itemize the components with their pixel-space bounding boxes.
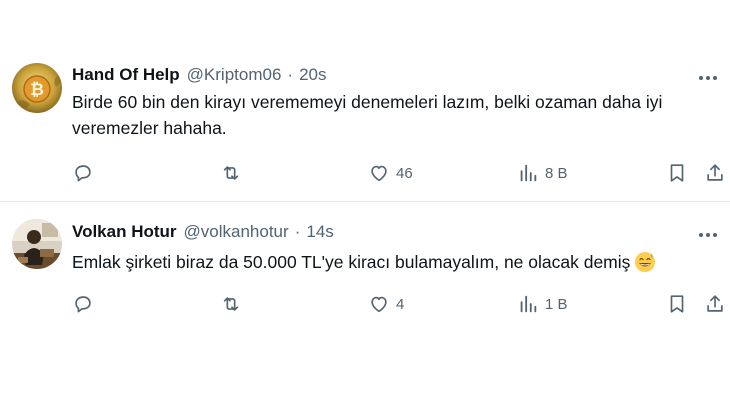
action-bar: 46 8 B [72,158,723,188]
view-count: 1 B [545,295,568,313]
repost-button[interactable] [220,289,242,319]
reply-icon [75,165,91,182]
repost-icon [223,297,239,311]
heart-icon [371,165,387,182]
user-handle[interactable]: @volkanhotur [184,222,289,242]
bookmark-button[interactable] [666,158,688,188]
display-name[interactable]: Hand Of Help [72,65,180,85]
svg-text:₿: ₿ [30,80,44,100]
bookmark-icon [670,164,684,182]
view-count: 8 B [545,164,568,182]
like-count: 4 [396,295,405,313]
share-icon [707,295,723,312]
share-icon [707,164,723,181]
reply-button[interactable] [72,158,94,188]
display-name[interactable]: Volkan Hotur [72,222,177,242]
bookmark-button[interactable] [666,289,688,319]
reply-icon [75,296,91,313]
analytics-icon [520,295,537,313]
share-button[interactable] [704,289,726,319]
grinning-sweat-emoji [634,251,656,273]
tweet-text: Emlak şirketi biraz da 50.000 TL'ye kira… [72,252,631,272]
tweet-text-container: Emlak şirketi biraz da 50.000 TL'ye kira… [72,249,722,275]
timestamp[interactable]: 20s [299,65,326,85]
divider [0,201,730,202]
avatar[interactable]: ₿ [12,63,62,113]
heart-icon [371,296,387,313]
timestamp[interactable]: 14s [306,222,333,242]
tweet-card[interactable]: Volkan Hotur @volkanhotur · 14s Emlak şi… [0,203,730,333]
action-bar: 4 1 B [72,289,723,319]
tweet-text: Birde 60 bin den kirayı verememeyi denem… [72,92,663,138]
separator-dot: · [294,222,301,241]
more-options-icon[interactable] [694,66,722,90]
tweet-card[interactable]: ₿ Hand Of Help @Kriptom06 · 20s Birde 60… [0,52,730,200]
avatar[interactable] [12,219,62,269]
separator-dot: · [287,65,294,84]
reply-button[interactable] [72,289,94,319]
repost-button[interactable] [220,158,242,188]
like-count: 46 [396,164,413,182]
like-button[interactable]: 4 [368,289,404,319]
user-handle[interactable]: @Kriptom06 [187,65,282,85]
tweet-header: Volkan Hotur @volkanhotur · 14s [72,220,334,244]
tweet-header: Hand Of Help @Kriptom06 · 20s [72,63,327,87]
like-button[interactable]: 46 [368,158,413,188]
repost-icon [223,166,239,180]
views-button[interactable]: 8 B [517,158,568,188]
analytics-icon [520,164,537,182]
share-button[interactable] [704,158,726,188]
bookmark-icon [670,295,684,313]
more-options-icon[interactable] [694,223,722,247]
views-button[interactable]: 1 B [517,289,568,319]
